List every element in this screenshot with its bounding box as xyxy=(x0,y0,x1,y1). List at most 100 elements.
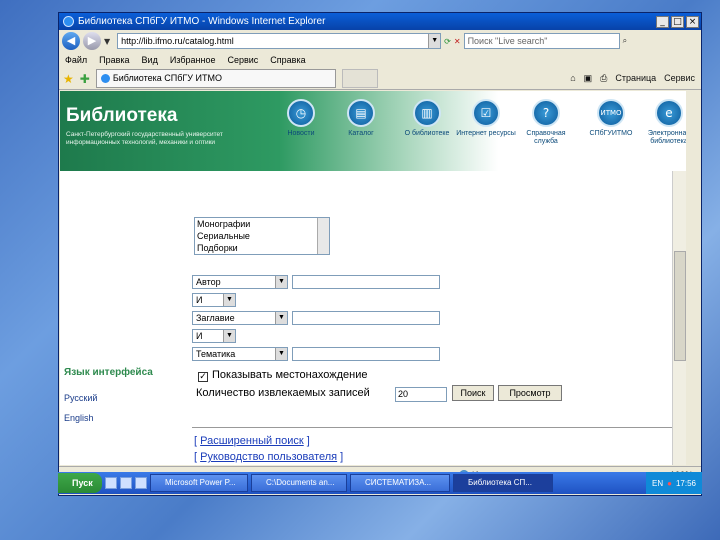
nav-label: Интернет ресурсы xyxy=(456,130,516,137)
menu-help[interactable]: Справка xyxy=(270,55,305,65)
language-tray-icon[interactable]: EN xyxy=(652,479,663,488)
browser-window: Библиотека СПбГУ ИТМО - Windows Internet… xyxy=(58,12,702,496)
close-button[interactable]: × xyxy=(686,15,699,28)
command-bar: ⌂ ▣ ⎙ Страница Сервис xyxy=(570,73,701,84)
nav-label: О библиотеке xyxy=(404,130,450,137)
listbox-item[interactable]: Подборки xyxy=(197,242,329,254)
operator-select-1[interactable]: И ▼ xyxy=(192,293,236,307)
operator-select-2[interactable]: И ▼ xyxy=(192,329,236,343)
question-icon: ? xyxy=(532,99,560,127)
quicklaunch-desktop-icon[interactable] xyxy=(105,477,117,489)
document-type-listbox[interactable]: Монографии Сериальные Подборки xyxy=(194,217,330,255)
site-header: Библиотека Санкт-Петербургский государст… xyxy=(60,91,686,171)
tab-title: Библиотека СПбГУ ИТМО xyxy=(112,73,222,83)
refresh-icon[interactable]: ⟳ xyxy=(444,37,451,46)
tab-bar: ★ ✚ Библиотека СПбГУ ИТМО ⌂ ▣ ⎙ Страница… xyxy=(59,68,701,90)
show-location-checkbox[interactable]: ✓ xyxy=(198,372,208,382)
ie-logo-icon xyxy=(63,16,74,27)
catalog-search-form: Монографии Сериальные Подборки Автор ▼ И ▼… xyxy=(60,171,686,465)
language-link-english[interactable]: English xyxy=(64,413,94,423)
nav-label: Новости xyxy=(287,130,315,137)
tab-library[interactable]: Библиотека СПбГУ ИТМО xyxy=(95,69,336,88)
search-input[interactable]: Поиск "Live search" xyxy=(463,33,620,49)
catalog-icon: ▤ xyxy=(347,99,375,127)
scrollbar-thumb[interactable] xyxy=(674,251,686,361)
menu-tools[interactable]: Сервис xyxy=(227,55,258,65)
print-icon[interactable]: ⎙ xyxy=(600,73,607,84)
tools-menu[interactable]: Сервис xyxy=(664,73,695,84)
menu-bar: Файл Правка Вид Избранное Сервис Справка xyxy=(59,52,701,68)
new-tab-button[interactable] xyxy=(341,69,378,88)
nav-e-library[interactable]: e Электронная библиотека xyxy=(638,99,686,159)
advanced-search-link[interactable]: [ Расширенный поиск ] xyxy=(194,435,310,447)
records-count-input[interactable]: 20 xyxy=(395,387,447,402)
ebook-icon: e xyxy=(655,99,683,127)
clock: 17:56 xyxy=(675,478,696,488)
quicklaunch-media-icon[interactable] xyxy=(135,477,147,489)
menu-edit[interactable]: Правка xyxy=(99,55,129,65)
view-button[interactable]: Просмотр xyxy=(498,385,562,401)
stop-icon[interactable]: ✕ xyxy=(454,37,461,46)
nav-help-desk[interactable]: ? Справочная служба xyxy=(515,99,577,159)
chevron-down-icon: ▼ xyxy=(223,294,235,306)
nav-itmo[interactable]: ИТМО СПбГУИТМО xyxy=(580,99,642,159)
field-select-title[interactable]: Заглавие ▼ xyxy=(192,311,288,325)
menu-file[interactable]: Файл xyxy=(65,55,87,65)
nav-about[interactable]: ▥ О библиотеке xyxy=(396,99,458,159)
address-url: http://lib.ifmo.ru/catalog.html xyxy=(121,36,234,46)
language-link-russian[interactable]: Русский xyxy=(64,393,97,403)
antivirus-tray-icon[interactable]: ● xyxy=(667,479,672,488)
field-select-subject[interactable]: Тематика ▼ xyxy=(192,347,288,361)
language-heading: Язык интерфейса xyxy=(64,367,153,378)
page-scrollbar[interactable] xyxy=(672,171,686,465)
web-page: Библиотека Санкт-Петербургский государст… xyxy=(60,91,686,465)
book-icon: ▥ xyxy=(413,99,441,127)
history-dropdown-icon[interactable]: ▼ xyxy=(104,37,110,46)
user-guide-text[interactable]: Руководство пользователя xyxy=(200,451,337,463)
nav-news[interactable]: ◷ Новости xyxy=(270,99,332,159)
address-input[interactable]: http://lib.ifmo.ru/catalog.html ▼ xyxy=(117,33,442,49)
task-word[interactable]: СИСТЕМАТИЗА... xyxy=(350,474,450,492)
listbox-scrollbar[interactable] xyxy=(317,218,329,254)
search-button[interactable]: Поиск xyxy=(452,385,494,401)
start-button[interactable]: Пуск xyxy=(58,473,102,493)
menu-favorites[interactable]: Избранное xyxy=(170,55,216,65)
home-icon[interactable]: ⌂ xyxy=(570,73,575,84)
author-query-input[interactable] xyxy=(292,275,440,289)
tab-ie-icon xyxy=(100,74,110,83)
maximize-button[interactable]: □ xyxy=(671,15,684,28)
favorites-star-icon[interactable]: ★ xyxy=(63,72,74,86)
field-select-author[interactable]: Автор ▼ xyxy=(192,275,288,289)
address-dropdown-icon[interactable]: ▼ xyxy=(428,34,441,48)
feeds-icon[interactable]: ▣ xyxy=(584,73,593,84)
nav-label: Электронная библиотека xyxy=(647,130,686,145)
site-logo[interactable]: Библиотека xyxy=(66,105,177,127)
add-favorites-icon[interactable]: ✚ xyxy=(80,72,90,86)
title-query-input[interactable] xyxy=(292,311,440,325)
task-library-browser[interactable]: Библиотека СП... xyxy=(453,474,553,492)
show-location-label: Показывать местонахождение xyxy=(212,369,368,381)
nav-internet-resources[interactable]: ☑ Интернет ресурсы xyxy=(455,99,517,159)
user-guide-link[interactable]: [ Руководство пользователя ] xyxy=(194,451,343,463)
advanced-search-text[interactable]: Расширенный поиск xyxy=(200,435,304,447)
chevron-down-icon: ▼ xyxy=(275,312,287,324)
page-menu[interactable]: Страница xyxy=(615,73,656,84)
title-bar: Библиотека СПбГУ ИТМО - Windows Internet… xyxy=(59,13,701,30)
subject-query-input[interactable] xyxy=(292,347,440,361)
chevron-down-icon: ▼ xyxy=(275,348,287,360)
select-value: И xyxy=(196,295,203,305)
divider xyxy=(192,427,678,428)
listbox-item[interactable]: Монографии xyxy=(197,218,329,230)
clock-icon: ◷ xyxy=(287,99,315,127)
back-button[interactable]: ◀ xyxy=(62,32,80,50)
nav-catalog[interactable]: ▤ Каталог xyxy=(330,99,392,159)
minimize-button[interactable]: _ xyxy=(656,15,669,28)
search-icon[interactable]: ⌕ xyxy=(623,36,627,46)
task-documents[interactable]: C:\Documents an... xyxy=(251,474,347,492)
forward-button[interactable]: ▶ xyxy=(83,32,101,50)
task-powerpoint[interactable]: Microsoft Power P... xyxy=(150,474,248,492)
site-subtitle: Санкт-Петербургский государственный унив… xyxy=(66,131,223,146)
menu-view[interactable]: Вид xyxy=(142,55,158,65)
listbox-item[interactable]: Сериальные xyxy=(197,230,329,242)
quicklaunch-ie-icon[interactable] xyxy=(120,477,132,489)
